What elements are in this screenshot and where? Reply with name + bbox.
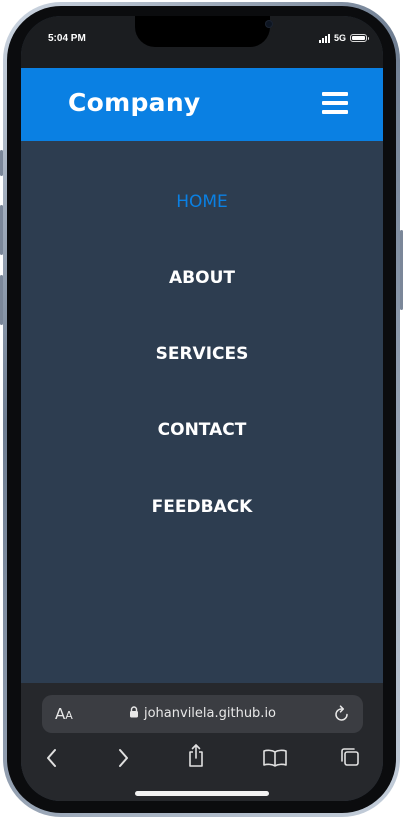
back-icon[interactable]	[45, 747, 59, 769]
phone-screen: 5:04 PM 5G Company HOME ABOUT SERVICES C…	[21, 16, 383, 801]
hamburger-menu-icon[interactable]	[322, 92, 348, 114]
url-display[interactable]: johanvilela.github.io	[42, 706, 363, 721]
status-indicators: 5G	[318, 33, 369, 43]
status-time: 5:04 PM	[48, 33, 86, 44]
front-camera	[265, 20, 273, 28]
silent-switch	[0, 150, 3, 176]
nav-menu: HOME ABOUT SERVICES CONTACT FEEDBACK	[21, 141, 383, 683]
notch	[135, 16, 273, 47]
address-bar[interactable]: AA johanvilela.github.io	[42, 695, 363, 733]
nav-item-home[interactable]: HOME	[21, 192, 383, 212]
bookmarks-icon[interactable]	[262, 748, 288, 768]
volume-up-button	[0, 205, 3, 255]
battery-icon	[350, 34, 369, 42]
nav-item-services[interactable]: SERVICES	[21, 344, 383, 364]
safari-bottom-bar: AA johanvilela.github.io	[21, 683, 383, 801]
signal-icon	[318, 33, 330, 43]
home-indicator	[135, 791, 269, 796]
forward-icon[interactable]	[116, 747, 130, 769]
brand-logo[interactable]: Company	[68, 88, 201, 117]
nav-item-contact[interactable]: CONTACT	[21, 420, 383, 440]
network-type: 5G	[333, 33, 346, 43]
nav-item-about[interactable]: ABOUT	[21, 268, 383, 288]
volume-down-button	[0, 275, 3, 325]
share-icon[interactable]	[186, 743, 206, 769]
reload-icon[interactable]	[334, 705, 350, 722]
site-header: Company	[21, 68, 383, 141]
lock-icon	[129, 706, 138, 718]
url-text: johanvilela.github.io	[143, 706, 277, 721]
nav-item-feedback[interactable]: FEEDBACK	[21, 497, 383, 517]
status-bar: 5:04 PM 5G	[21, 16, 383, 68]
tabs-icon[interactable]	[339, 746, 361, 768]
